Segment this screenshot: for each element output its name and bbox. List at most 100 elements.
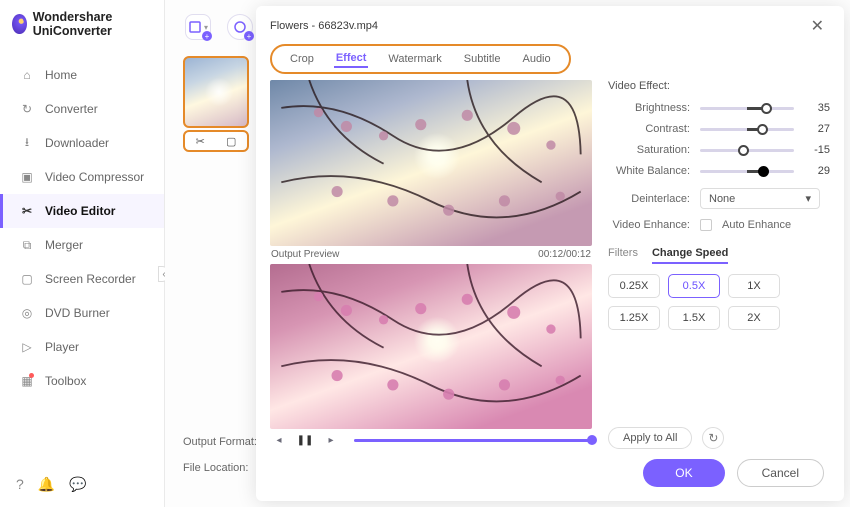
dvd-icon: ◎ [19, 305, 35, 321]
tab-watermark[interactable]: Watermark [386, 51, 443, 67]
sidebar-item-video-editor[interactable]: ✂ Video Editor [0, 194, 164, 228]
file-location-label: File Location: [183, 462, 248, 474]
wb-value: 29 [804, 165, 830, 177]
clip-thumbnail-group: ✂ ▢ [183, 56, 249, 152]
preview-output [270, 264, 592, 430]
speed-0-5x[interactable]: 0.5X [668, 274, 720, 298]
compressor-icon: ▣ [19, 169, 35, 185]
enhance-label: Video Enhance: [608, 219, 690, 231]
sidebar-item-dvd[interactable]: ◎ DVD Burner [0, 296, 164, 330]
auto-enhance-option: Auto Enhance [722, 219, 791, 231]
reset-icon[interactable]: ↻ [702, 427, 724, 449]
sidebar-item-label: Video Editor [45, 204, 115, 218]
apply-to-all-button[interactable]: Apply to All [608, 427, 692, 449]
video-effect-title: Video Effect: [608, 80, 830, 92]
sidebar-item-label: Toolbox [45, 374, 86, 388]
sidebar: Wondershare UniConverter ⌂ Home ↻ Conver… [0, 0, 165, 507]
add-file-button[interactable]: +▾ [185, 14, 211, 40]
dialog-title: Flowers - 66823v.mp4 [270, 20, 378, 32]
sidebar-item-label: Merger [45, 238, 83, 252]
help-icon[interactable]: ? [16, 476, 24, 493]
ok-button[interactable]: OK [643, 459, 724, 487]
chevron-down-icon: ▾ [805, 192, 811, 205]
player-icon: ▷ [19, 339, 35, 355]
sidebar-item-compressor[interactable]: ▣ Video Compressor [0, 160, 164, 194]
clip-thumbnail-tools: ✂ ▢ [183, 130, 249, 152]
close-icon[interactable]: ✕ [805, 14, 830, 38]
scissors-icon: ✂ [19, 203, 35, 219]
sidebar-item-recorder[interactable]: ▢ Screen Recorder [0, 262, 164, 296]
brightness-label: Brightness: [608, 102, 690, 114]
tab-audio[interactable]: Audio [520, 51, 552, 67]
home-icon: ⌂ [19, 67, 35, 83]
brightness-value: 35 [804, 102, 830, 114]
notification-dot [29, 373, 34, 378]
saturation-slider[interactable] [700, 149, 794, 152]
sidebar-footer: ? 🔔 💬 [0, 466, 164, 507]
brand-icon [12, 14, 27, 34]
tab-subtitle[interactable]: Subtitle [462, 51, 503, 67]
effect-subtabs: Filters Change Speed [608, 247, 830, 264]
sidebar-item-label: Home [45, 68, 77, 82]
clip-thumbnail[interactable] [183, 56, 249, 128]
dialog-footer: OK Cancel [256, 457, 844, 501]
speed-2x[interactable]: 2X [728, 306, 780, 330]
contrast-slider[interactable] [700, 128, 794, 131]
preview-column: Output Preview 00:12/00:12 ◂ ❚❚ ▸ [270, 80, 592, 449]
speed-0-25x[interactable]: 0.25X [608, 274, 660, 298]
sidebar-item-label: Screen Recorder [45, 272, 136, 286]
preview-time: 00:12/00:12 [538, 249, 591, 260]
converter-icon: ↻ [19, 101, 35, 117]
prev-button[interactable]: ◂ [270, 431, 288, 449]
preview-original [270, 80, 592, 246]
wb-label: White Balance: [608, 165, 690, 177]
transport-controls: ◂ ❚❚ ▸ [270, 431, 592, 449]
download-icon: ⭳ [19, 135, 35, 151]
auto-enhance-checkbox[interactable] [700, 219, 712, 231]
speed-grid: 0.25X 0.5X 1X 1.25X 1.5X 2X [608, 274, 830, 330]
output-format-label: Output Format: [183, 436, 257, 448]
brand: Wondershare UniConverter [0, 0, 164, 52]
sidebar-nav: ⌂ Home ↻ Converter ⭳ Downloader ▣ Video … [0, 58, 164, 466]
contrast-value: 27 [804, 123, 830, 135]
speed-1-25x[interactable]: 1.25X [608, 306, 660, 330]
wb-slider[interactable] [700, 170, 794, 173]
sidebar-item-home[interactable]: ⌂ Home [0, 58, 164, 92]
contrast-label: Contrast: [608, 123, 690, 135]
pause-button[interactable]: ❚❚ [296, 431, 314, 449]
sidebar-item-label: DVD Burner [45, 306, 110, 320]
crop-icon[interactable]: ▢ [226, 135, 236, 148]
sidebar-item-label: Downloader [45, 136, 109, 150]
saturation-label: Saturation: [608, 144, 690, 156]
sidebar-item-merger[interactable]: ⧉ Merger [0, 228, 164, 262]
sidebar-item-player[interactable]: ▷ Player [0, 330, 164, 364]
subtab-change-speed[interactable]: Change Speed [652, 247, 728, 264]
tab-crop[interactable]: Crop [288, 51, 316, 67]
sidebar-item-label: Player [45, 340, 79, 354]
tab-effect[interactable]: Effect [334, 50, 369, 68]
deinterlace-select[interactable]: None ▾ [700, 188, 820, 209]
chat-icon[interactable]: 💬 [69, 476, 86, 493]
sidebar-item-label: Video Compressor [45, 170, 144, 184]
effects-column: Video Effect: Brightness: 35 Contrast: 2… [608, 80, 830, 449]
speed-1-5x[interactable]: 1.5X [668, 306, 720, 330]
cancel-button[interactable]: Cancel [737, 459, 824, 487]
sidebar-item-toolbox[interactable]: ▦ Toolbox [0, 364, 164, 398]
brightness-slider[interactable] [700, 107, 794, 110]
speed-1x[interactable]: 1X [728, 274, 780, 298]
sidebar-item-converter[interactable]: ↻ Converter [0, 92, 164, 126]
bell-icon[interactable]: 🔔 [38, 476, 55, 493]
output-preview-label: Output Preview [271, 249, 339, 260]
merger-icon: ⧉ [19, 237, 35, 253]
trim-icon[interactable]: ✂ [196, 135, 205, 148]
recorder-icon: ▢ [19, 271, 35, 287]
add-circle-button[interactable]: + [227, 14, 253, 40]
sidebar-item-downloader[interactable]: ⭳ Downloader [0, 126, 164, 160]
effect-dialog: Flowers - 66823v.mp4 ✕ Crop Effect Water… [256, 6, 844, 501]
deinterlace-label: Deinterlace: [608, 193, 690, 205]
sidebar-item-label: Converter [45, 102, 98, 116]
saturation-value: -15 [804, 144, 830, 156]
subtab-filters[interactable]: Filters [608, 247, 638, 264]
seek-bar[interactable] [354, 439, 592, 442]
next-button[interactable]: ▸ [322, 431, 340, 449]
